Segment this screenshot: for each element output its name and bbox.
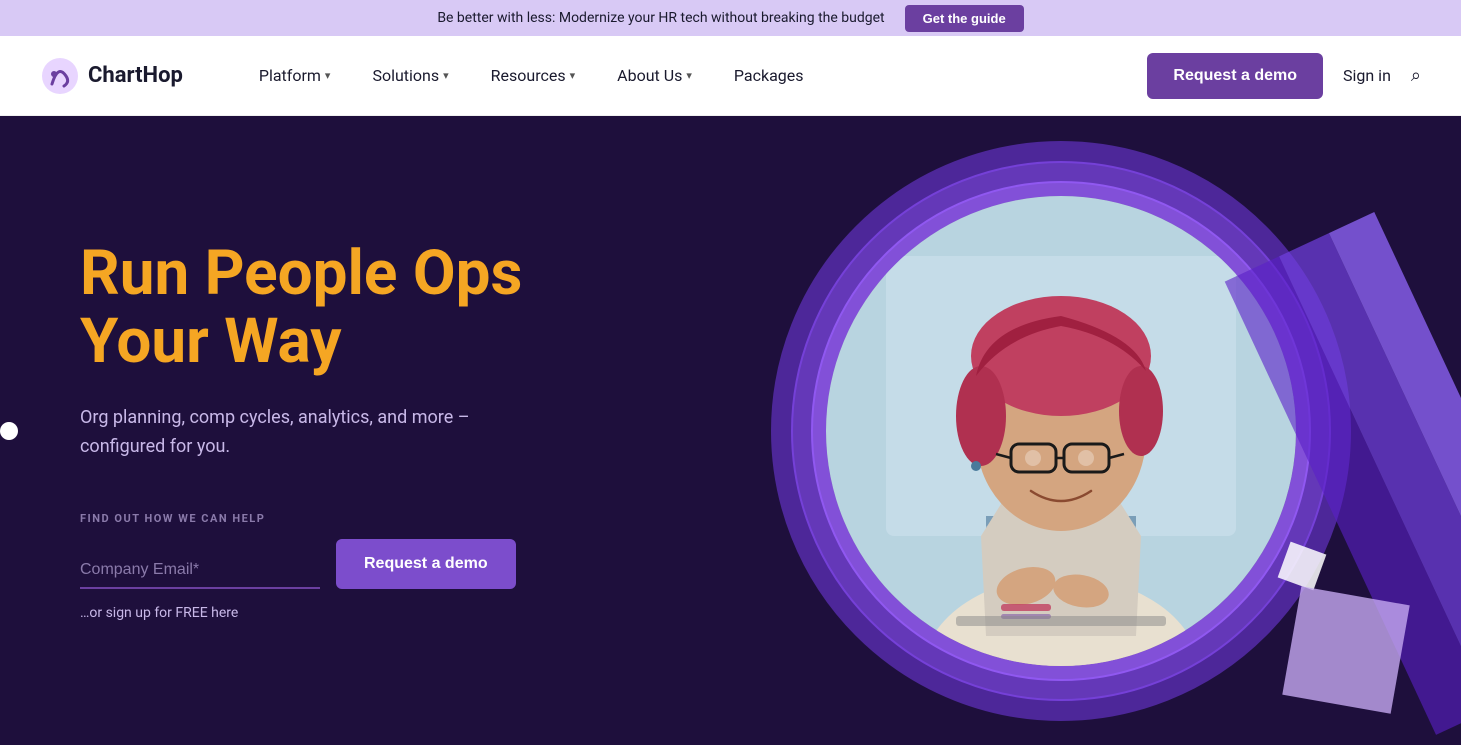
hero-content: Run People OpsYour Way Org planning, com…	[0, 180, 620, 681]
nav-actions: Request a demo Sign in ⌕	[1147, 53, 1421, 99]
nav-item-resources[interactable]: Resources ▾	[475, 56, 591, 95]
sign-in-link[interactable]: Sign in	[1343, 66, 1391, 85]
signup-link[interactable]: …or sign up for FREE here	[80, 605, 540, 621]
top-banner: Be better with less: Modernize your HR t…	[0, 0, 1461, 36]
nav-item-solutions[interactable]: Solutions ▾	[356, 56, 464, 95]
hero-section: Run People OpsYour Way Org planning, com…	[0, 116, 1461, 745]
person-svg	[826, 196, 1296, 666]
hero-photo	[826, 196, 1296, 666]
hero-form: Request a demo	[80, 539, 540, 589]
chevron-down-icon: ▾	[443, 69, 449, 82]
email-field[interactable]	[80, 553, 320, 589]
hero-title: Run People OpsYour Way	[80, 240, 540, 376]
logo-text: ChartHop	[88, 63, 183, 88]
hero-request-demo-button[interactable]: Request a demo	[336, 539, 516, 589]
chevron-down-icon: ▾	[325, 69, 331, 82]
decorative-square-large	[1282, 586, 1409, 713]
banner-text: Be better with less: Modernize your HR t…	[437, 10, 884, 26]
get-guide-button[interactable]: Get the guide	[905, 5, 1024, 32]
nav-links: Platform ▾ Solutions ▾ Resources ▾ About…	[243, 56, 1148, 95]
search-icon[interactable]: ⌕	[1411, 65, 1421, 86]
circle-decoration	[761, 131, 1361, 731]
nav-item-platform[interactable]: Platform ▾	[243, 56, 347, 95]
nav-item-packages[interactable]: Packages	[718, 56, 820, 95]
chevron-down-icon: ▾	[570, 69, 576, 82]
left-dot-decoration	[0, 422, 18, 440]
hero-illustration	[661, 116, 1461, 745]
hero-subtitle: Org planning, comp cycles, analytics, an…	[80, 404, 540, 462]
logo-icon	[40, 56, 80, 96]
nav-request-demo-button[interactable]: Request a demo	[1147, 53, 1323, 99]
logo[interactable]: ChartHop	[40, 56, 183, 96]
navigation: ChartHop Platform ▾ Solutions ▾ Resource…	[0, 36, 1461, 116]
find-out-label: FIND OUT HOW WE CAN HELP	[80, 512, 540, 525]
nav-item-about-us[interactable]: About Us ▾	[601, 56, 708, 95]
chevron-down-icon: ▾	[686, 69, 692, 82]
